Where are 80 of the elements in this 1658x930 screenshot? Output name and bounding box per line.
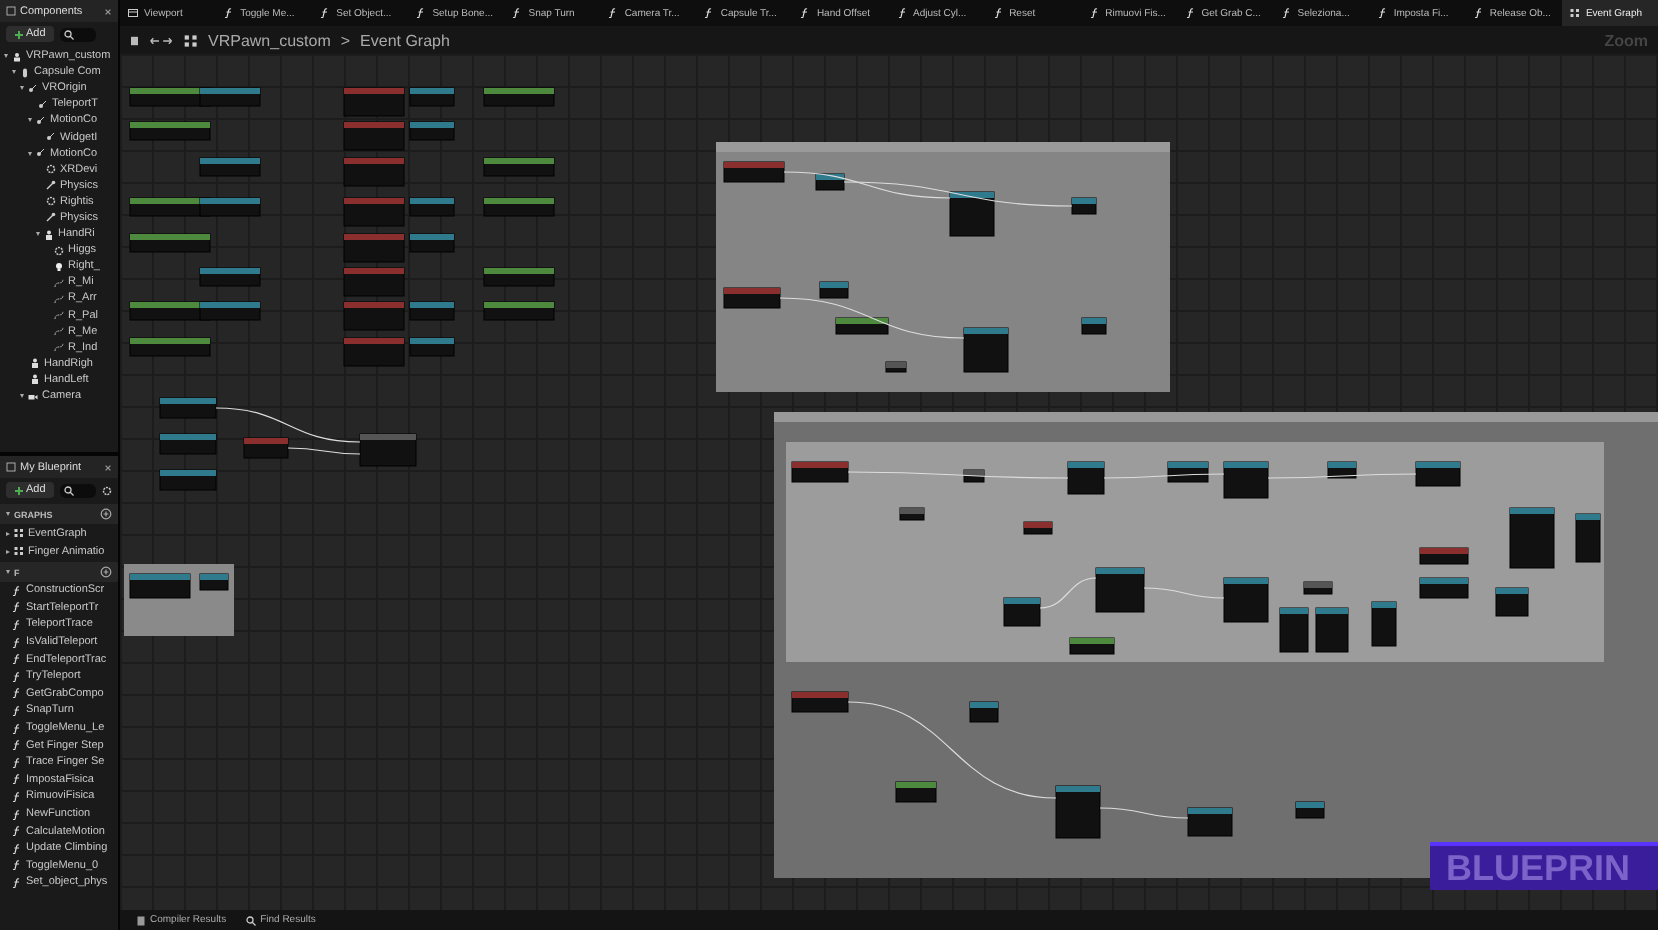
function-icon [12, 723, 22, 734]
component-icon [36, 148, 46, 159]
camera-icon [28, 391, 38, 402]
function-icon [1185, 8, 1196, 18]
viewport-icon [128, 8, 138, 18]
component-icon [36, 115, 46, 126]
mesh-icon [30, 358, 40, 369]
navigation-arrows-icon [130, 33, 174, 47]
function-icon [12, 860, 22, 871]
breadcrumb-link[interactable]: VRPawn_custom [208, 31, 331, 49]
breadcrumb-separator: > [340, 31, 351, 49]
function-icon [1377, 8, 1388, 18]
function-icon [12, 637, 22, 648]
expand-arrow-icon[interactable] [28, 151, 32, 156]
expand-arrow-icon[interactable] [12, 70, 16, 75]
expand-arrow-icon[interactable] [28, 118, 32, 123]
expand-arrow-icon[interactable] [6, 570, 10, 574]
close-icon [104, 463, 112, 471]
function-icon [12, 809, 22, 820]
function-icon [897, 8, 907, 18]
function-icon [12, 774, 22, 785]
function-icon [993, 8, 1004, 18]
plus-icon [14, 485, 24, 495]
expand-arrow-icon[interactable] [20, 394, 24, 399]
function-icon [12, 877, 22, 888]
gear-icon [101, 485, 112, 495]
function-icon [12, 843, 22, 854]
search-icon [246, 915, 257, 925]
function-icon [1473, 8, 1484, 18]
function-icon [1089, 8, 1100, 18]
function-icon [12, 654, 22, 665]
breadcrumb-current: Event Graph [360, 31, 450, 49]
close-icon [104, 7, 112, 15]
search-icon [63, 29, 74, 39]
panel-icon [6, 6, 16, 16]
function-icon [800, 8, 811, 18]
graph-type-label: BLUEPRIN [1430, 842, 1658, 890]
mesh-icon [30, 374, 40, 385]
panel-icon [6, 462, 16, 472]
graph-icon [1569, 8, 1580, 18]
search-field[interactable] [59, 27, 96, 41]
function-icon [1281, 8, 1292, 18]
component-icon [38, 99, 48, 110]
wrench-icon [46, 212, 56, 223]
person-icon [12, 51, 22, 62]
add-icon [100, 508, 112, 520]
function-icon [12, 705, 22, 716]
function-icon [12, 791, 22, 802]
expand-arrow-icon[interactable] [4, 54, 8, 59]
function-icon [12, 757, 22, 768]
search-icon [63, 485, 74, 495]
add-icon [100, 566, 112, 578]
component-icon [28, 83, 38, 94]
function-icon [512, 8, 523, 18]
function-icon [12, 740, 22, 751]
graph-icon [184, 33, 198, 47]
expand-arrow-icon[interactable] [6, 512, 10, 516]
gear-icon [46, 164, 56, 175]
function-icon [704, 8, 715, 18]
bulb-icon [54, 261, 64, 272]
function-icon [12, 826, 22, 837]
mesh-icon [44, 229, 54, 240]
function-icon [416, 8, 427, 18]
function-icon [12, 688, 22, 699]
function-icon [608, 8, 619, 18]
function-icon [12, 585, 22, 596]
expand-arrow-icon[interactable] [36, 232, 40, 237]
plus-icon [14, 29, 24, 39]
component-icon [46, 132, 56, 143]
function-icon [12, 602, 22, 613]
document-icon [136, 915, 146, 925]
search-field[interactable] [59, 483, 96, 497]
function-icon [12, 619, 22, 630]
gear-icon [46, 196, 56, 207]
function-icon [224, 8, 235, 18]
function-icon [320, 8, 331, 18]
function-icon [12, 671, 22, 682]
expand-arrow-icon[interactable] [20, 86, 24, 91]
wrench-icon [46, 180, 56, 191]
gear-icon [54, 245, 64, 256]
